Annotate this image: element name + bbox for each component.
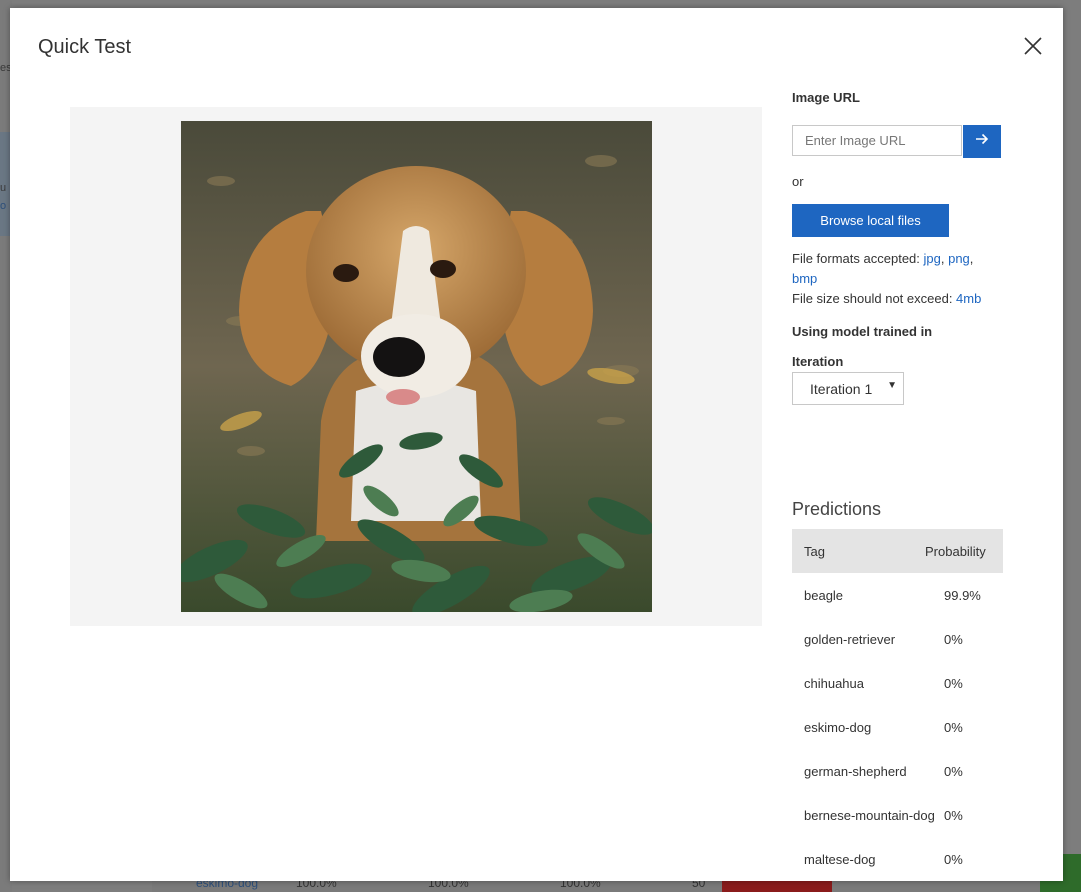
submit-url-button[interactable] xyxy=(963,125,1001,158)
table-row: beagle 99.9% xyxy=(792,573,1003,617)
probability-cell: 0% xyxy=(944,720,963,735)
test-image xyxy=(181,121,652,612)
table-row: golden-retriever 0% xyxy=(792,617,1003,661)
file-formats-label: File formats accepted: xyxy=(792,251,924,266)
tag-cell: german-shepherd xyxy=(804,764,907,779)
dialog-title: Quick Test xyxy=(38,36,131,58)
probability-cell: 0% xyxy=(944,632,963,647)
table-row: eskimo-dog 0% xyxy=(792,705,1003,749)
format-link-png[interactable]: png xyxy=(948,251,970,266)
iteration-label: Iteration xyxy=(792,354,844,369)
file-size-info: File size should not exceed: 4mb xyxy=(792,289,1012,309)
table-row: maltese-dog 0% xyxy=(792,837,1003,881)
probability-cell: 0% xyxy=(944,764,963,779)
predictions-title: Predictions xyxy=(792,499,882,519)
background-bar xyxy=(722,880,832,892)
arrow-right-icon xyxy=(974,131,990,152)
iteration-selected-value: Iteration 1 xyxy=(810,381,873,397)
file-size-link[interactable]: 4mb xyxy=(956,291,981,306)
background-text: o xyxy=(0,200,7,212)
tag-cell: bernese-mountain-dog xyxy=(804,808,935,823)
predictions-table: Tag Probability beagle 99.9% golden-retr… xyxy=(792,529,1003,881)
tag-cell: beagle xyxy=(804,588,844,603)
tag-cell: chihuahua xyxy=(804,676,864,691)
or-separator: or xyxy=(792,174,804,189)
tag-cell: maltese-dog xyxy=(804,852,876,867)
browse-local-files-button[interactable]: Browse local files xyxy=(792,204,949,237)
iteration-select[interactable]: Iteration 1 ▼ xyxy=(792,372,904,405)
image-preview-panel xyxy=(70,107,762,626)
chevron-down-icon: ▼ xyxy=(887,380,897,391)
model-heading: Using model trained in xyxy=(792,324,933,339)
format-link-bmp[interactable]: bmp xyxy=(792,271,817,286)
column-header-tag: Tag xyxy=(804,544,825,559)
tag-cell: golden-retriever xyxy=(804,632,896,647)
probability-cell: 0% xyxy=(944,852,963,867)
table-row: german-shepherd 0% xyxy=(792,749,1003,793)
image-url-input[interactable] xyxy=(792,125,962,156)
image-url-label: Image URL xyxy=(792,90,860,105)
close-icon[interactable] xyxy=(1021,34,1045,58)
column-header-probability: Probability xyxy=(925,544,986,559)
predictions-header-row: Tag Probability xyxy=(792,529,1003,573)
file-size-label: File size should not exceed: xyxy=(792,291,957,306)
format-link-jpg[interactable]: jpg xyxy=(924,251,941,266)
probability-cell: 0% xyxy=(944,676,963,691)
probability-cell: 0% xyxy=(944,808,963,823)
table-row: bernese-mountain-dog 0% xyxy=(792,793,1003,837)
table-row: chihuahua 0% xyxy=(792,661,1003,705)
tag-cell: eskimo-dog xyxy=(804,720,872,735)
probability-cell: 99.9% xyxy=(944,588,981,603)
background-text: u xyxy=(0,182,7,194)
file-formats-info: File formats accepted: jpg, png, bmp xyxy=(792,251,974,286)
